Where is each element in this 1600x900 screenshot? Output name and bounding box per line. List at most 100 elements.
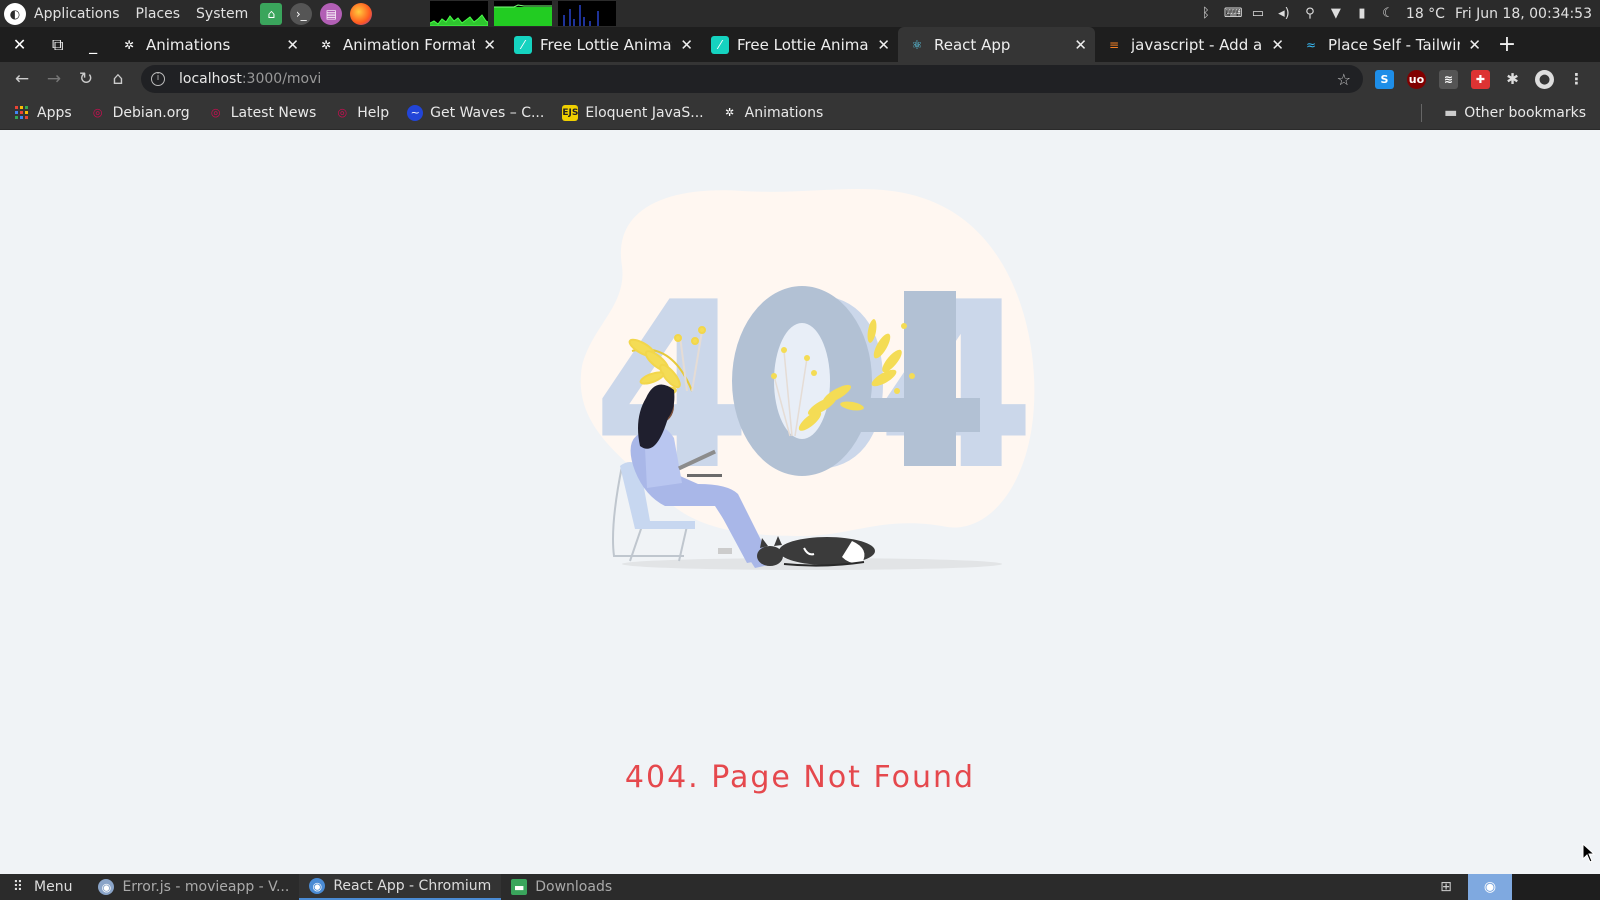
bookmarks-bar: Apps ◎ Debian.org ◎ Latest News ◎ Help ~… — [0, 96, 1600, 130]
tab-stackoverflow[interactable]: ≡ javascript - Add anim ✕ — [1095, 27, 1292, 62]
volume-icon[interactable]: ◂) — [1276, 6, 1292, 22]
extensions-puzzle-icon[interactable]: ✱ — [1503, 70, 1522, 89]
ejs-icon: EJS — [562, 104, 579, 121]
debian-icon: ◎ — [92, 106, 103, 119]
site-info-icon[interactable]: i — [151, 72, 165, 86]
location-icon[interactable]: ⚲ — [1302, 6, 1318, 22]
empty-workspace[interactable] — [1556, 874, 1600, 900]
tab-label: Free Lottie Animatio — [737, 35, 869, 54]
close-tab-icon[interactable]: ✕ — [1271, 36, 1284, 54]
debian-icon: ◎ — [337, 106, 348, 119]
bookmark-apps[interactable]: Apps — [14, 105, 72, 121]
menu-places[interactable]: Places — [128, 0, 189, 27]
animations-icon: ✲ — [725, 106, 735, 119]
close-tab-icon[interactable]: ✕ — [680, 36, 693, 54]
new-tab-button[interactable]: + — [1489, 27, 1525, 62]
ublock-extension-icon[interactable]: uo — [1407, 69, 1426, 89]
tab-tailwind[interactable]: ≈ Place Self - Tailwind ✕ — [1292, 27, 1489, 62]
tab-animations[interactable]: ✲ Animations ✕ — [110, 27, 307, 62]
bookmark-get-waves[interactable]: ~ Get Waves – C... — [407, 104, 544, 121]
empty-workspace[interactable] — [1512, 874, 1556, 900]
profile-avatar-icon[interactable]: ● — [1535, 69, 1554, 89]
waves-icon: ~ — [407, 104, 424, 121]
other-bookmarks[interactable]: ▬ Other bookmarks — [1444, 105, 1586, 121]
window-restore-icon[interactable]: ⧉ — [52, 35, 63, 55]
other-bookmarks-label: Other bookmarks — [1464, 104, 1586, 121]
red-extension-icon[interactable]: ✚ — [1471, 69, 1490, 89]
bookmark-debian[interactable]: ◎ Debian.org — [90, 105, 190, 121]
not-found-illustration: 404 — [552, 136, 1056, 726]
close-tab-icon[interactable]: ✕ — [1074, 36, 1087, 54]
close-tab-icon[interactable]: ✕ — [286, 36, 299, 54]
taskbar-item-chromium[interactable]: ◉ React App - Chromium — [299, 874, 502, 900]
bluetooth-icon[interactable]: ᛒ — [1198, 6, 1214, 22]
chromium-icon: ◉ — [309, 878, 326, 894]
tab-label: Free Lottie Animatio — [540, 35, 672, 54]
clock[interactable]: Fri Jun 18, 00:34:53 — [1455, 6, 1592, 22]
tab-animation-formats[interactable]: ✲ Animation Formats | ✕ — [307, 27, 504, 62]
home-button[interactable]: ⌂ — [102, 62, 134, 96]
taskbar-item-vscode[interactable]: ◉ Error.js - movieapp - V... — [88, 874, 299, 900]
forward-button[interactable]: → — [38, 62, 70, 96]
bookmark-eloquent-js[interactable]: EJS Eloquent JavaS... — [562, 104, 704, 121]
bookmark-label: Debian.org — [112, 104, 190, 121]
close-tab-icon[interactable]: ✕ — [877, 36, 890, 54]
tab-label: Animation Formats | — [343, 35, 476, 54]
apps-grid-icon — [14, 105, 30, 121]
home-folder-icon[interactable]: ⌂ — [260, 2, 283, 25]
taskbar-item-downloads[interactable]: ▬ Downloads — [501, 874, 622, 900]
cpu-monitor-graph — [430, 1, 489, 26]
taskbar-item-label: Downloads — [535, 879, 613, 895]
animations-icon: ✲ — [320, 37, 332, 52]
weather-temperature[interactable]: 18 °C — [1406, 6, 1445, 22]
bookmark-star-icon[interactable]: ☆ — [1337, 70, 1351, 89]
weather-moon-icon[interactable]: ☾ — [1380, 6, 1396, 22]
reload-button[interactable]: ↻ — [70, 62, 102, 96]
page-viewport: 404. Page Not Found — [0, 130, 1600, 874]
chromium-icon: ◉ — [98, 879, 115, 895]
terminal-icon[interactable]: ›_ — [290, 2, 313, 25]
active-workspace-icon[interactable]: ◉ — [1468, 874, 1512, 900]
skype-extension-icon[interactable]: S — [1375, 69, 1394, 89]
tab-free-lottie-1[interactable]: ⁄ Free Lottie Animatio ✕ — [504, 27, 701, 62]
window-minimize-icon[interactable]: _ — [89, 35, 97, 54]
menu-grid-icon: ⠿ — [12, 879, 24, 895]
text-editor-icon[interactable]: ▤ — [320, 2, 343, 25]
tab-label: Place Self - Tailwind — [1328, 35, 1460, 54]
stacked-extension-icon[interactable]: ≋ — [1439, 69, 1458, 89]
browser-menu-icon[interactable]: ⋮ — [1567, 70, 1586, 89]
firefox-icon[interactable] — [350, 2, 373, 25]
taskbar-menu-button[interactable]: ⠿ Menu — [0, 874, 82, 900]
bookmark-animations[interactable]: ✲ Animations — [722, 105, 823, 121]
back-button[interactable]: ← — [6, 62, 38, 96]
window-close-icon[interactable]: ✕ — [13, 35, 26, 54]
window-controls: ✕ ⧉ _ — [0, 27, 110, 62]
display-icon[interactable]: ▭ — [1250, 6, 1266, 22]
taskbar-item-label: Error.js - movieapp - V... — [122, 879, 290, 895]
workspace-switcher-icon[interactable]: ⊞ — [1424, 874, 1468, 900]
bookmark-label: Help — [357, 104, 390, 121]
tab-free-lottie-2[interactable]: ⁄ Free Lottie Animatio ✕ — [701, 27, 898, 62]
menu-applications[interactable]: Applications — [26, 0, 128, 27]
tailwind-icon: ≈ — [1305, 37, 1317, 52]
debian-logo-icon[interactable]: ◐ — [4, 2, 26, 25]
close-tab-icon[interactable]: ✕ — [1468, 36, 1481, 54]
url-path: :3000/movi — [241, 71, 322, 87]
wifi-icon[interactable]: ▼ — [1328, 6, 1344, 22]
address-bar[interactable]: i localhost:3000/movi ☆ — [141, 65, 1363, 93]
battery-icon[interactable]: ▮ — [1354, 6, 1370, 22]
taskbar: ⠿ Menu ◉ Error.js - movieapp - V... ◉ Re… — [0, 874, 1600, 900]
system-top-bar: ◐ Applications Places System ⌂ ›_ ▤ ᛒ ⌨ … — [0, 0, 1600, 27]
debian-icon: ◎ — [210, 106, 221, 119]
bookmark-help[interactable]: ◎ Help — [334, 105, 389, 121]
bookmark-latest-news[interactable]: ◎ Latest News — [208, 104, 317, 121]
bookmark-label: Latest News — [230, 104, 317, 121]
tab-react-app[interactable]: ⚛ React App ✕ — [898, 27, 1095, 62]
menu-system[interactable]: System — [188, 0, 256, 27]
network-monitor-graph — [558, 1, 617, 26]
keyboard-icon[interactable]: ⌨ — [1224, 6, 1243, 22]
close-tab-icon[interactable]: ✕ — [483, 36, 496, 54]
lottie-icon: ⁄ — [711, 35, 729, 54]
error-message: 404. Page Not Found — [624, 760, 976, 795]
extensions-area: S uo ≋ ✚ ✱ ● ⋮ — [1375, 62, 1586, 96]
